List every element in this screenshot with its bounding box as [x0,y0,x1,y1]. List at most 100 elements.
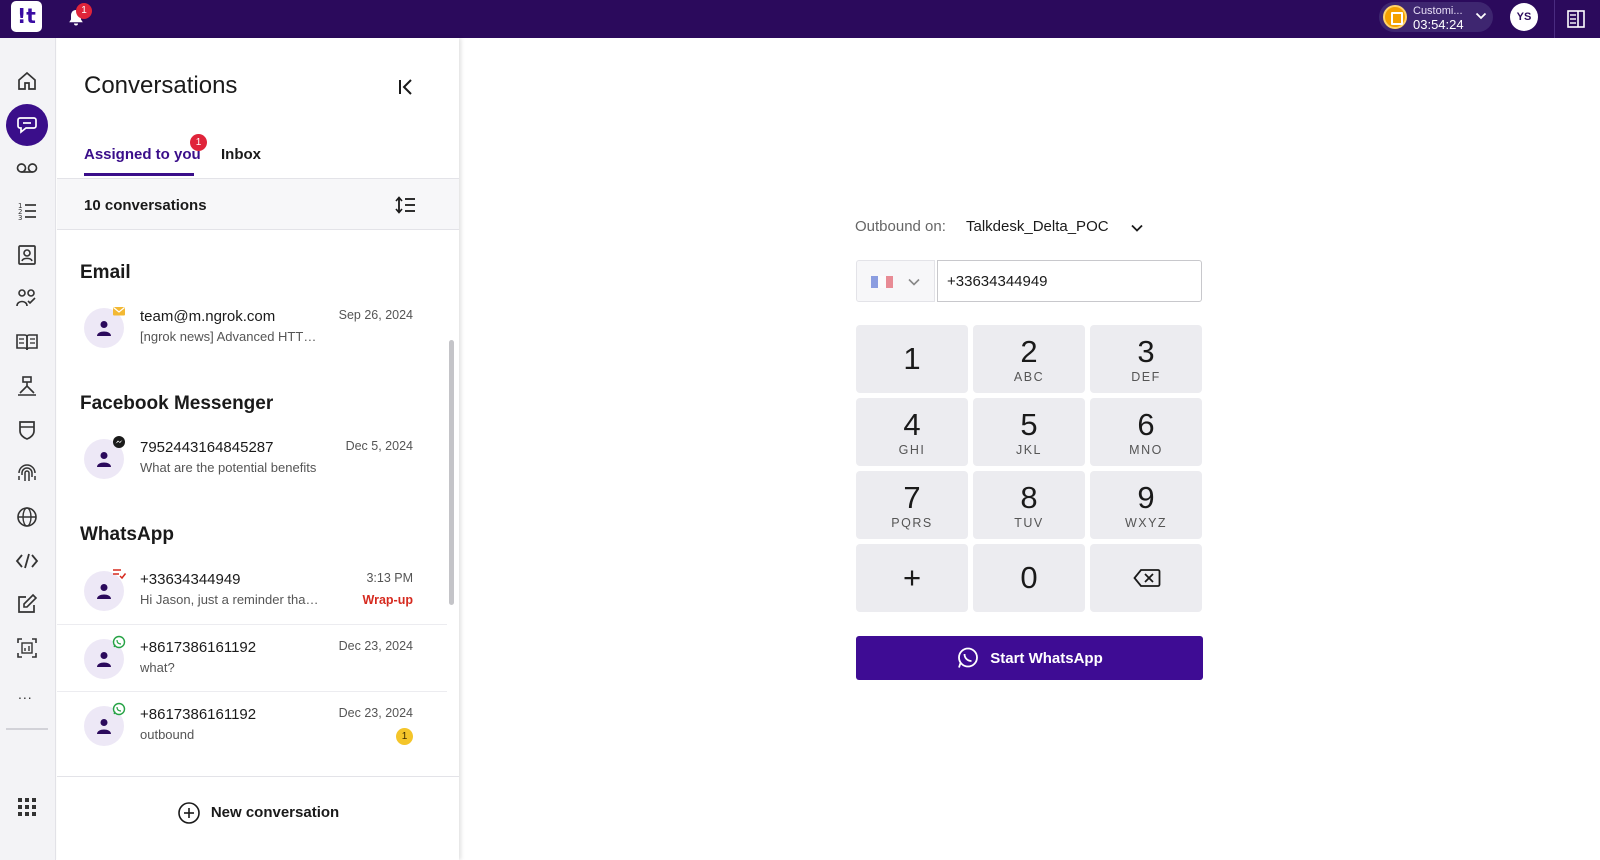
conversations-panel: Conversations Assigned to you 1 Inbox 10… [57,38,459,860]
outbound-selector[interactable]: Outbound on: Talkdesk_Delta_POC [855,218,1143,235]
key-letters: MNO [1129,443,1163,457]
status-timer: 03:54:24 [1413,17,1464,32]
nav-reports[interactable] [14,635,40,661]
list-item[interactable]: +8617386161192 outbound Dec 23, 2024 1 [57,691,447,757]
knowledge-icon [16,334,38,351]
conversation-preview: outbound [140,727,195,742]
list-item[interactable]: team@m.ngrok.com [ngrok news] Advanced H… [57,294,447,360]
unread-count-badge: 1 [396,728,413,745]
nav-apps[interactable] [14,794,40,820]
nav-more[interactable]: ... [18,686,33,702]
collapse-panel-icon[interactable] [395,76,417,98]
conversation-preview: What are the potential benefits [140,460,317,475]
new-conversation-button[interactable]: New conversation [57,776,459,860]
tab-badge: 1 [190,134,207,151]
nav-contacts[interactable] [14,242,40,268]
key-3[interactable]: 3 DEF [1090,325,1202,393]
key-0[interactable]: 0 [973,544,1085,612]
backspace-button[interactable] [1090,544,1202,612]
nav-home[interactable] [14,68,40,94]
phone-number-input[interactable] [937,260,1202,302]
nav-edit[interactable] [14,591,40,617]
key-letters: DEF [1131,370,1161,384]
lists-icon: 123 [18,202,36,222]
key-5[interactable]: 5 JKL [973,398,1085,466]
list-item[interactable]: +8617386161192 what? Dec 23, 2024 [57,624,447,690]
conversation-name: team@m.ngrok.com [140,308,276,325]
tab-active-indicator [84,173,194,176]
app-logo[interactable]: !t [11,1,42,32]
email-icon [113,307,125,316]
side-panel-icon[interactable] [1566,9,1586,29]
user-avatar[interactable]: YS [1510,3,1538,31]
key-4[interactable]: 4 GHI [856,398,968,466]
sort-icon[interactable] [395,195,417,215]
nav-team[interactable] [14,285,40,311]
key-6[interactable]: 6 MNO [1090,398,1202,466]
chevron-down-icon [1131,224,1143,232]
key-8[interactable]: 8 TUV [973,471,1085,539]
country-code-select[interactable] [856,260,935,302]
status-selector[interactable]: Customi... 03:54:24 [1379,2,1493,32]
conversation-date: Dec 23, 2024 [338,706,413,720]
conversations-icon [17,117,37,134]
svg-text:3: 3 [18,214,22,222]
list-item[interactable]: 7952443164845287 What are the potential … [57,425,447,491]
list-item[interactable]: +33634344949 Hi Jason, just a reminder t… [57,557,447,623]
status-badge: Wrap-up [362,593,413,607]
list-scrollbar[interactable] [447,230,455,776]
key-digit: 8 [1020,480,1038,515]
nav-knowledge[interactable] [14,329,40,355]
nav-code[interactable] [14,548,40,574]
conversations-count: 10 conversations [84,197,207,214]
team-icon [16,289,36,307]
key-1[interactable]: 1 [856,325,968,393]
avatar [84,702,126,746]
plus-circle-icon [178,801,200,824]
status-name: Customi... [1413,5,1463,17]
key-digit: 4 [903,407,921,442]
key-plus[interactable]: + [856,544,968,612]
person-icon [97,652,111,667]
code-icon [15,553,39,569]
nav-fingerprint[interactable] [14,460,40,486]
person-icon [97,584,111,599]
backspace-icon [1133,569,1161,587]
key-letters: PQRS [891,516,933,530]
key-letters: TUV [1014,516,1044,530]
apps-grid-icon [18,798,36,816]
flows-icon [18,376,36,396]
key-2[interactable]: 2 ABC [973,325,1085,393]
person-icon [97,321,111,336]
nav-globe[interactable] [14,504,40,530]
nav-conversations[interactable] [6,104,48,146]
key-7[interactable]: 7 PQRS [856,471,968,539]
scrollbar-thumb[interactable] [449,340,454,605]
whatsapp-icon [958,647,979,668]
key-digit: 5 [1020,407,1038,442]
conversation-name: +8617386161192 [140,639,257,656]
conversation-date: 3:13 PM [366,571,413,585]
conversation-preview: [ngrok news] Advanced HTTP traffic [140,329,320,344]
conversation-list[interactable]: Email team@m.ngrok.com [ngrok news] Adva… [57,230,447,776]
home-icon [18,71,36,90]
messenger-icon [113,436,125,448]
nav-voicemail[interactable] [14,155,40,181]
key-digit: 7 [903,480,921,515]
key-digit: 2 [1020,334,1038,369]
key-digit: 0 [1020,560,1038,595]
nav-lists[interactable]: 123 [14,198,40,224]
tab-inbox[interactable]: Inbox [221,146,261,176]
tab-assigned-to-you[interactable]: Assigned to you [84,146,201,176]
nav-shield[interactable] [14,417,40,443]
conversation-name: 7952443164845287 [140,439,274,456]
avatar [84,635,126,679]
start-whatsapp-button[interactable]: Start WhatsApp [856,636,1203,680]
topbar-divider [1554,0,1555,38]
conversation-preview: what? [140,660,175,675]
start-whatsapp-label: Start WhatsApp [990,649,1103,667]
nav-flows[interactable] [14,373,40,399]
key-9[interactable]: 9 WXYZ [1090,471,1202,539]
notification-badge: 1 [76,3,92,19]
person-icon [97,452,111,467]
